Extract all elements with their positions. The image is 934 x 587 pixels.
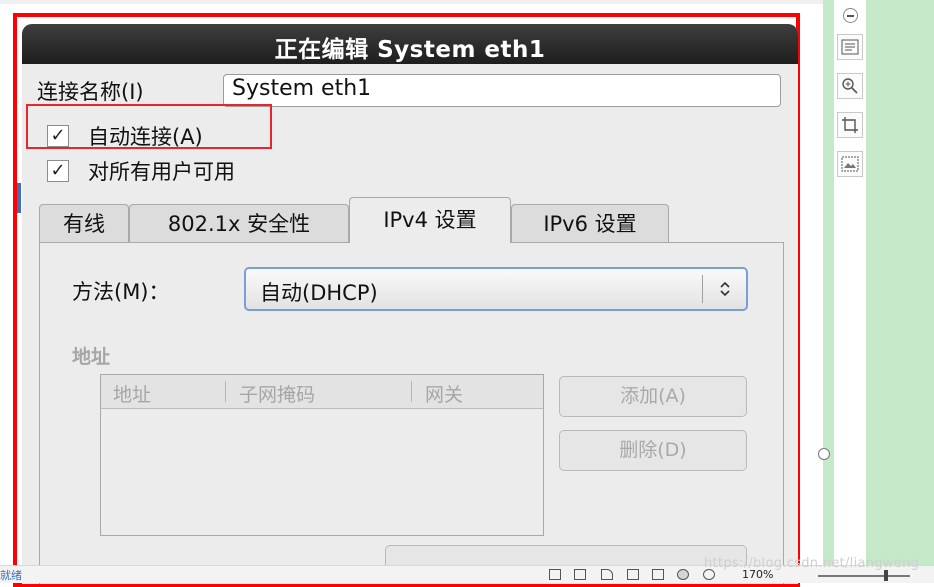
crop-icon[interactable]: [837, 112, 863, 138]
dialog-title: 正在编辑 System eth1: [274, 37, 546, 63]
address-section-heading: 地址: [72, 346, 111, 368]
method-label: 方法(M)：: [72, 280, 170, 304]
all-users-label: 对所有用户可用: [88, 160, 235, 184]
column-divider: [411, 381, 412, 402]
image-settings-icon[interactable]: [837, 151, 863, 177]
fullscreen-icon[interactable]: [549, 569, 561, 580]
annotation-box: [26, 104, 272, 149]
column-divider: [225, 381, 226, 402]
resize-handle[interactable]: [818, 448, 830, 460]
method-select[interactable]: 自动(DHCP): [244, 267, 748, 311]
column-netmask: 子网掩码: [239, 384, 316, 406]
column-address: 地址: [113, 384, 152, 406]
read-mode-icon[interactable]: [574, 569, 586, 580]
status-text: 就绪: [0, 569, 22, 582]
edit-mode-icon[interactable]: [601, 569, 613, 580]
all-users-checkbox[interactable]: ✓: [47, 160, 69, 182]
tab-8021x-security[interactable]: 802.1x 安全性: [129, 204, 349, 242]
connection-name-label: 连接名称(I): [37, 80, 144, 104]
ruler: [0, 0, 823, 4]
tab-ipv6-settings[interactable]: IPv6 设置: [511, 204, 669, 242]
outline-view-icon[interactable]: [652, 569, 664, 580]
outline-icon[interactable]: [837, 34, 863, 60]
method-value: 自动(DHCP): [260, 281, 378, 305]
web-view-icon[interactable]: [677, 569, 689, 580]
updown-arrows-icon: [710, 275, 740, 303]
page-view-icon[interactable]: [627, 569, 639, 580]
connection-name-input[interactable]: System eth1: [223, 74, 781, 107]
address-table[interactable]: 地址 子网掩码 网关: [100, 374, 544, 536]
watermark: https://blog.csdn.net/liangweng: [704, 556, 920, 571]
tab-ipv4-settings[interactable]: IPv4 设置: [349, 197, 511, 243]
zoom-icon[interactable]: [837, 73, 863, 99]
zoom-slider-knob[interactable]: [884, 570, 888, 581]
delete-address-button[interactable]: 删除(D): [559, 430, 747, 471]
add-address-button[interactable]: 添加(A): [559, 376, 747, 417]
select-divider: [702, 275, 703, 303]
column-gateway: 网关: [425, 384, 464, 406]
edit-connection-dialog: 正在编辑 System eth1 连接名称(I) System eth1 ✓ 自…: [22, 24, 798, 584]
zoom-slider[interactable]: [818, 575, 910, 577]
address-table-header: 地址 子网掩码 网关: [101, 375, 543, 409]
tab-wired[interactable]: 有线: [39, 204, 129, 242]
collapse-icon[interactable]: [843, 8, 858, 23]
